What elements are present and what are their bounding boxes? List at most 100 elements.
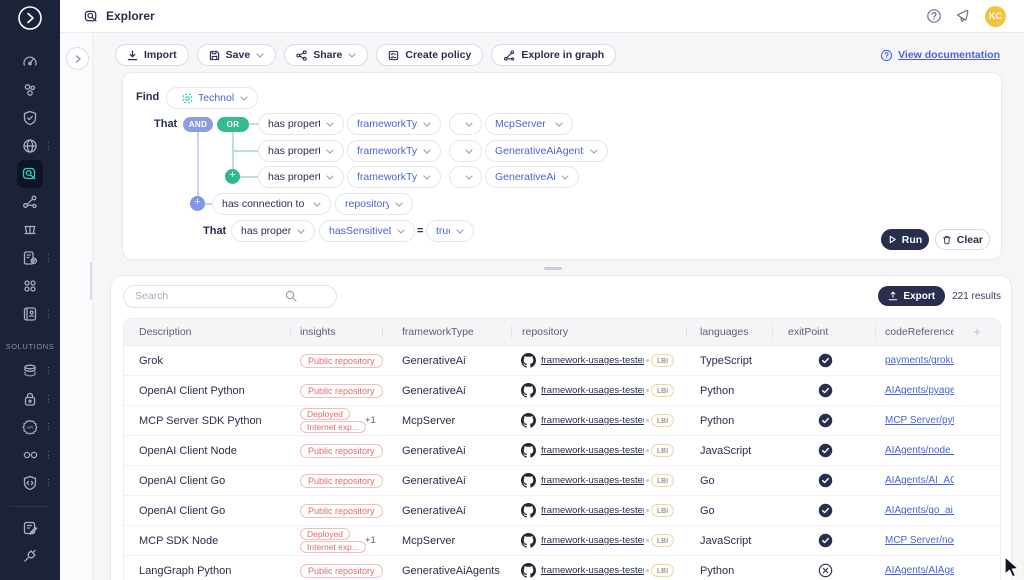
comparator-select[interactable]: = <box>449 113 482 135</box>
repository-link[interactable]: framework-usages-tester (... <box>541 535 644 546</box>
sidebar-item-environments[interactable] <box>17 216 43 244</box>
item-menu-dots[interactable]: ⋮ <box>44 479 53 488</box>
property-select[interactable]: frameworkType <box>347 166 441 188</box>
share-button[interactable]: Share <box>284 44 368 66</box>
add-or-condition-button[interactable]: + <box>225 169 240 184</box>
repository-link[interactable]: framework-usages-tester (... <box>541 445 644 456</box>
search-input[interactable] <box>123 285 337 308</box>
run-query-button[interactable]: Run <box>881 229 929 250</box>
column-header-frameworktype[interactable]: frameworkType <box>383 319 512 345</box>
clear-query-button[interactable]: Clear <box>935 229 990 250</box>
sidebar-item-secrets[interactable]: ⋮ <box>17 385 43 413</box>
value-select[interactable]: true <box>426 220 474 242</box>
column-header-description[interactable]: Description <box>124 319 291 345</box>
item-menu-dots[interactable]: ⋮ <box>44 395 53 404</box>
save-button[interactable]: Save <box>197 44 277 66</box>
value-select[interactable]: GenerativeAiAgents <box>485 140 608 162</box>
sidebar-item-integrations[interactable] <box>17 542 43 570</box>
connection-target-select[interactable]: repository <box>335 193 413 215</box>
repository-link[interactable]: framework-usages-tester (... <box>541 475 644 486</box>
expand-panel-button[interactable] <box>66 47 89 70</box>
condition-operator-select[interactable]: has property <box>231 220 315 242</box>
table-row[interactable]: OpenAI Client Go Public repository Gener… <box>124 496 1000 526</box>
condition-operator-select[interactable]: has property <box>258 166 344 188</box>
sidebar-item-policies[interactable]: ⋮ <box>17 244 43 272</box>
condition-operator-select[interactable]: has property <box>258 140 344 162</box>
table-row[interactable]: MCP SDK Node DeployedInternet exp... +1 … <box>124 526 1000 556</box>
add-column-button[interactable]: + <box>954 319 1000 345</box>
panel-resize-handle[interactable] <box>544 267 562 270</box>
repository-link[interactable]: framework-usages-tester (... <box>541 565 644 576</box>
property-select[interactable]: hasSensitiveData <box>319 220 415 242</box>
value-select[interactable]: GenerativeAi <box>485 166 579 188</box>
code-reference-link[interactable]: MCP Server/python <box>885 415 954 426</box>
sidebar-item-notes[interactable] <box>17 514 43 542</box>
sidebar-item-internet-exposure[interactable]: ⋮ <box>17 132 43 160</box>
announcements-icon[interactable] <box>955 8 972 24</box>
code-reference-link[interactable]: payments/grokurl.ts <box>885 355 954 366</box>
sidebar-item-catalog[interactable]: ⋮ <box>17 300 43 328</box>
sidebar-item-appsec[interactable]: ⋮ <box>17 469 43 497</box>
repository-link[interactable]: framework-usages-tester (... <box>541 355 644 366</box>
code-reference-link[interactable]: AIAgents/AIAgentT <box>885 565 954 576</box>
item-menu-dots[interactable]: ⋮ <box>44 423 53 432</box>
comparator-select[interactable]: = <box>449 166 482 188</box>
table-row[interactable]: LangGraph Python Public repository Gener… <box>124 556 1000 580</box>
item-menu-dots[interactable]: ⋮ <box>44 142 53 151</box>
insights-more-badge[interactable]: +1 <box>365 415 376 426</box>
or-operator-pill[interactable]: OR <box>217 117 249 132</box>
scrollbar-thumb[interactable] <box>90 262 92 300</box>
code-reference-link[interactable]: AIAgents/AI_AGEN <box>885 475 954 486</box>
sidebar-item-data-security[interactable]: ⋮ <box>17 357 43 385</box>
item-menu-dots[interactable]: ⋮ <box>44 451 53 460</box>
app-logo-icon[interactable] <box>17 5 43 31</box>
sidebar-item-posture[interactable] <box>17 104 43 132</box>
table-row[interactable]: Grok Public repository GenerativeAi fram… <box>124 346 1000 376</box>
code-reference-link[interactable]: AIAgents/pyagent.py <box>885 385 954 396</box>
entity-select[interactable]: Technologies <box>166 87 258 109</box>
insights-more-badge[interactable]: +1 <box>365 535 376 546</box>
sidebar-item-dashboard[interactable] <box>17 48 43 76</box>
item-menu-dots[interactable]: ⋮ <box>44 254 53 263</box>
table-row[interactable]: OpenAI Client Python Public repository G… <box>124 376 1000 406</box>
export-button[interactable]: Export <box>878 286 945 306</box>
table-row[interactable]: OpenAI Client Go Public repository Gener… <box>124 466 1000 496</box>
repository-link[interactable]: framework-usages-tester (... <box>541 415 644 426</box>
item-menu-dots[interactable]: ⋮ <box>44 367 53 376</box>
item-menu-dots[interactable]: ⋮ <box>44 310 53 319</box>
sidebar-item-ci-cd[interactable]: ⋮ <box>17 441 43 469</box>
explore-in-graph-button[interactable]: Explore in graph <box>491 44 616 66</box>
repository-link[interactable]: framework-usages-tester (... <box>541 385 644 396</box>
value-select[interactable]: McpServer <box>485 113 573 135</box>
add-and-condition-button[interactable]: + <box>190 196 205 211</box>
column-header-languages[interactable]: languages <box>687 319 773 345</box>
column-header-insights[interactable]: insights <box>291 319 383 345</box>
column-header-repository[interactable]: repository <box>512 319 687 345</box>
repository-link[interactable]: framework-usages-tester (... <box>541 505 644 516</box>
column-header-exitpoint[interactable]: exitPoint <box>773 319 876 345</box>
code-reference-link[interactable]: AIAgents/node_age <box>885 445 954 456</box>
table-row[interactable]: MCP Server SDK Python DeployedInternet e… <box>124 406 1000 436</box>
table-row[interactable]: OpenAI Client Node Public repository Gen… <box>124 436 1000 466</box>
condition-operator-select[interactable]: has property <box>258 113 344 135</box>
code-reference-link[interactable]: AIAgents/go_ai_ag <box>885 505 954 516</box>
sidebar-item-community[interactable] <box>17 272 43 300</box>
sidebar-item-api-security[interactable]: API ⋮ <box>17 413 43 441</box>
property-select[interactable]: frameworkType <box>347 113 441 135</box>
sidebar-item-graph[interactable] <box>17 188 43 216</box>
help-icon[interactable] <box>926 8 942 24</box>
property-select[interactable]: frameworkType <box>347 140 441 162</box>
create-policy-button[interactable]: Create policy <box>376 44 483 66</box>
import-button[interactable]: Import <box>115 44 189 66</box>
view-documentation-link[interactable]: View documentation <box>880 49 1000 62</box>
code-reference-link[interactable]: MCP Server/node.js <box>885 535 954 546</box>
chevron-down-icon <box>326 149 334 154</box>
stack-icon <box>22 363 38 379</box>
and-operator-pill[interactable]: AND <box>183 117 213 132</box>
user-avatar[interactable]: KC <box>985 6 1006 27</box>
sidebar-item-inventory[interactable] <box>17 76 43 104</box>
connection-operator-select[interactable]: has connection to <box>212 193 331 215</box>
column-header-codereferences[interactable]: codeReferences <box>876 319 954 345</box>
comparator-select[interactable]: = <box>449 140 482 162</box>
sidebar-item-explorer[interactable] <box>17 160 43 188</box>
